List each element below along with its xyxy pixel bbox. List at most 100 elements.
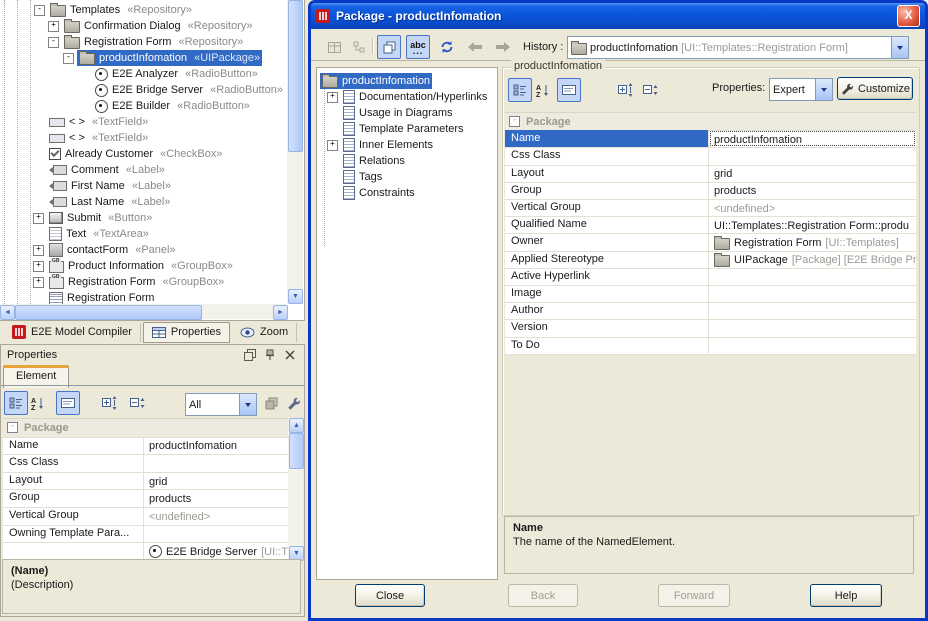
property-row[interactable]: Author — [505, 302, 916, 320]
show-description-button[interactable] — [557, 78, 581, 102]
property-label[interactable]: Version — [505, 319, 709, 336]
property-row[interactable]: Css Class — [3, 454, 288, 473]
property-label[interactable]: Name — [505, 130, 709, 147]
property-label[interactable]: Image — [505, 285, 709, 302]
property-value[interactable]: products — [144, 489, 288, 507]
property-value[interactable] — [709, 302, 916, 319]
property-value[interactable]: UIPackage [Package] [E2E Bridge Pro — [709, 251, 916, 268]
property-row[interactable]: Applied StereotypeUIPackage [Package] [E… — [505, 251, 916, 269]
property-value[interactable]: productInfomation — [144, 437, 288, 455]
property-value[interactable] — [709, 337, 916, 354]
tab-zoom[interactable]: Zoom — [232, 323, 297, 342]
property-group-header[interactable]: -Package — [3, 419, 288, 438]
property-label[interactable]: Vertical Group — [3, 507, 144, 525]
expand-all-button[interactable] — [614, 78, 638, 102]
tree-item[interactable]: Constraints — [317, 185, 497, 201]
property-row[interactable]: OwnerRegistration Form [UI::Templates] — [505, 233, 916, 251]
history-forward-button[interactable] — [491, 35, 515, 59]
property-label[interactable]: Css Class — [505, 147, 709, 164]
grid-vertical-scrollbar[interactable]: ▲ ▼ — [288, 418, 303, 559]
tab-e2e-model-compiler[interactable]: E2E Model Compiler — [4, 323, 141, 342]
categorized-view-button[interactable] — [4, 391, 28, 415]
property-row[interactable]: Image — [505, 285, 916, 303]
expand-icon[interactable]: + — [33, 277, 44, 288]
property-value[interactable] — [709, 319, 916, 336]
property-label[interactable]: Active Hyperlink — [505, 268, 709, 285]
tree-item[interactable]: < > «TextField» — [0, 130, 287, 146]
combo-arrow-button[interactable] — [815, 79, 832, 100]
property-row[interactable]: To Do — [505, 337, 916, 355]
property-label[interactable]: Layout — [505, 165, 709, 182]
property-label[interactable] — [3, 542, 144, 560]
property-row[interactable]: Vertical Group<undefined> — [505, 199, 916, 217]
property-label[interactable]: Author — [505, 302, 709, 319]
property-value[interactable] — [709, 147, 916, 164]
tree-item[interactable]: Relations — [317, 153, 497, 169]
property-row[interactable]: Vertical Group<undefined> — [3, 507, 288, 526]
property-label[interactable]: Css Class — [3, 454, 144, 472]
forward-button[interactable]: Forward — [658, 584, 730, 607]
property-label[interactable]: To Do — [505, 337, 709, 354]
collapse-all-button[interactable] — [126, 391, 150, 415]
customize-button[interactable]: Customize — [837, 77, 913, 100]
property-group-header[interactable]: -Package — [505, 113, 916, 131]
spelling-button[interactable]: abc... — [406, 35, 430, 59]
float-panel-button[interactable] — [242, 348, 258, 362]
tree-item[interactable]: Registration Form — [0, 290, 287, 304]
property-value[interactable]: <undefined> — [144, 507, 288, 525]
pin-panel-button[interactable] — [262, 348, 278, 362]
scrollbar-thumb[interactable] — [289, 433, 304, 469]
tree-item[interactable]: -Registration Form «Repository» — [0, 34, 287, 50]
tree-item[interactable]: -Templates «Repository» — [0, 2, 287, 18]
tree-item[interactable]: Tags — [317, 169, 497, 185]
expand-icon[interactable]: + — [33, 261, 44, 272]
collapse-icon[interactable]: - — [509, 116, 520, 127]
property-value[interactable]: grid — [144, 472, 288, 490]
tab-properties[interactable]: Properties — [143, 322, 230, 343]
property-label[interactable]: Group — [3, 489, 144, 507]
property-value[interactable] — [709, 268, 916, 285]
table-view-button[interactable] — [322, 35, 346, 59]
property-row[interactable]: Active Hyperlink — [505, 268, 916, 286]
combo-arrow-button[interactable] — [891, 37, 908, 58]
collapse-icon[interactable]: - — [48, 37, 59, 48]
tree-item[interactable]: +Registration Form «GroupBox» — [0, 274, 287, 290]
specification-view-button[interactable] — [377, 35, 401, 59]
back-button[interactable]: Back — [508, 584, 578, 607]
property-row[interactable]: Css Class — [505, 147, 916, 165]
tree-horizontal-scrollbar[interactable]: ◄ ► — [0, 304, 287, 319]
property-row[interactable]: Groupproducts — [3, 489, 288, 508]
property-row[interactable]: Layoutgrid — [505, 165, 916, 183]
scroll-left-button[interactable]: ◄ — [0, 305, 15, 320]
property-row[interactable]: Groupproducts — [505, 182, 916, 200]
tree-item[interactable]: +contactForm «Panel» — [0, 242, 287, 258]
copy-button[interactable] — [259, 391, 283, 415]
tree-item[interactable]: Text «TextArea» — [0, 226, 287, 242]
tree-item[interactable]: +Confirmation Dialog «Repository» — [0, 18, 287, 34]
tree-item[interactable]: Already Customer «CheckBox» — [0, 146, 287, 162]
property-value[interactable]: Registration Form [UI::Templates] — [709, 233, 916, 250]
tree-item[interactable]: +Documentation/Hyperlinks — [317, 89, 497, 105]
tree-item[interactable]: +Inner Elements — [317, 137, 497, 153]
property-value[interactable]: products — [709, 182, 916, 199]
collapse-icon[interactable]: - — [63, 53, 74, 64]
combo-arrow-button[interactable] — [239, 394, 256, 415]
property-value[interactable] — [709, 285, 916, 302]
tree-view-button[interactable] — [347, 35, 371, 59]
property-value[interactable]: productInfomation — [709, 130, 916, 147]
property-row[interactable]: NameproductInfomation — [505, 130, 916, 148]
expand-icon[interactable]: + — [33, 245, 44, 256]
tree-item[interactable]: E2E Bridge Server «RadioButton» — [0, 82, 287, 98]
categorized-view-button[interactable] — [508, 78, 532, 102]
tree-item[interactable]: +Product Information «GroupBox» — [0, 258, 287, 274]
property-label[interactable]: Applied Stereotype — [505, 251, 709, 268]
help-button[interactable]: Help — [810, 584, 882, 607]
expand-icon[interactable]: + — [48, 21, 59, 32]
property-value[interactable] — [144, 454, 288, 472]
close-button[interactable]: Close — [355, 584, 425, 607]
tree-item[interactable]: Template Parameters — [317, 121, 497, 137]
expand-icon[interactable]: + — [327, 92, 338, 103]
filter-combo[interactable]: All — [185, 393, 257, 416]
tree-item[interactable]: < > «TextField» — [0, 114, 287, 130]
expand-icon[interactable]: + — [33, 213, 44, 224]
